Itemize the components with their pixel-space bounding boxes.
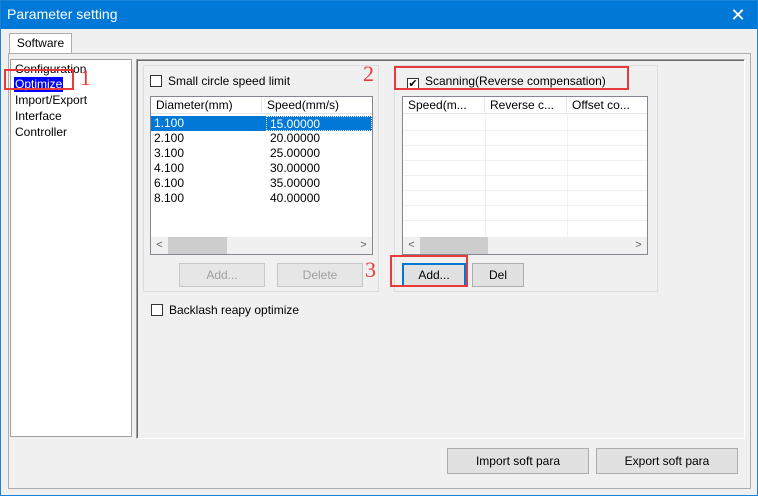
column-header-diameter[interactable]: Diameter(mm) bbox=[151, 97, 262, 114]
column-header-reverse[interactable]: Reverse c... bbox=[485, 97, 567, 114]
table-row[interactable]: 6.100 35.00000 bbox=[151, 176, 372, 191]
cell-diameter: 8.100 bbox=[154, 191, 185, 205]
parameter-setting-window: Parameter setting ✕ Software Configurati… bbox=[0, 0, 758, 496]
grid-line bbox=[403, 190, 647, 191]
annotation-number-3: 3 bbox=[365, 257, 376, 282]
import-soft-para-button[interactable]: Import soft para bbox=[447, 448, 589, 474]
small-circle-group: Small circle speed limit Diameter(mm) Sp… bbox=[143, 65, 379, 292]
settings-tree: Configuration Optimize Import/Export Int… bbox=[10, 59, 132, 437]
window-title: Parameter setting bbox=[7, 6, 118, 22]
grid-line bbox=[403, 205, 647, 206]
cell-diameter: 6.100 bbox=[154, 176, 185, 190]
cell-speed: 15.00000 bbox=[266, 116, 372, 131]
scroll-thumb[interactable] bbox=[168, 237, 227, 254]
grid-line bbox=[403, 175, 647, 176]
small-circle-hscrollbar[interactable]: < > bbox=[151, 237, 372, 254]
annotation-number-2: 2 bbox=[363, 61, 374, 86]
scroll-left-icon[interactable]: < bbox=[151, 237, 168, 254]
scanning-list[interactable]: Speed(m... Reverse c... Offset co... < > bbox=[402, 96, 648, 255]
scanning-list-header: Speed(m... Reverse c... Offset co... bbox=[403, 97, 647, 114]
close-icon[interactable]: ✕ bbox=[725, 3, 751, 27]
cell-speed: 20.00000 bbox=[270, 131, 321, 145]
title-bar: Parameter setting ✕ bbox=[1, 1, 757, 29]
scroll-right-icon[interactable]: > bbox=[630, 237, 647, 254]
export-soft-para-button[interactable]: Export soft para bbox=[596, 448, 738, 474]
grid-line bbox=[403, 160, 647, 161]
cell-speed: 25.00000 bbox=[270, 146, 321, 160]
tab-page-software: Configuration Optimize Import/Export Int… bbox=[8, 53, 751, 489]
cell-speed: 30.00000 bbox=[270, 161, 321, 175]
tab-strip: Software bbox=[9, 33, 747, 54]
table-row[interactable]: 2.100 20.00000 bbox=[151, 131, 372, 146]
small-circle-checkbox[interactable] bbox=[150, 75, 162, 87]
annotation-box-2 bbox=[394, 66, 629, 90]
small-circle-checkbox-row[interactable]: Small circle speed limit bbox=[150, 74, 290, 89]
annotation-box-3 bbox=[390, 255, 468, 287]
scroll-right-icon[interactable]: > bbox=[355, 237, 372, 254]
grid-line bbox=[403, 220, 647, 221]
table-row[interactable]: 1.100 15.00000 bbox=[151, 116, 372, 131]
cell-diameter: 4.100 bbox=[154, 161, 185, 175]
cell-diameter: 1.100 bbox=[154, 116, 185, 130]
backlash-checkbox-row[interactable]: Backlash reapy optimize bbox=[151, 303, 299, 318]
annotation-box-1 bbox=[4, 69, 74, 90]
grid-line bbox=[403, 145, 647, 146]
backlash-checkbox-label: Backlash reapy optimize bbox=[169, 303, 300, 317]
small-circle-list-header: Diameter(mm) Speed(mm/s) bbox=[151, 97, 372, 114]
optimize-panel: Small circle speed limit Diameter(mm) Sp… bbox=[136, 59, 745, 439]
column-header-speed[interactable]: Speed(mm/s) bbox=[262, 97, 372, 114]
scanning-hscrollbar[interactable]: < > bbox=[403, 237, 647, 254]
column-header-offset[interactable]: Offset co... bbox=[567, 97, 647, 114]
table-row[interactable]: 8.100 40.00000 bbox=[151, 191, 372, 206]
backlash-checkbox[interactable] bbox=[151, 304, 163, 316]
tab-software[interactable]: Software bbox=[9, 33, 72, 54]
scroll-thumb[interactable] bbox=[420, 237, 488, 254]
tree-item-import-export[interactable]: Import/Export bbox=[14, 93, 88, 108]
cell-diameter: 3.100 bbox=[154, 146, 185, 160]
annotation-number-1: 1 bbox=[80, 65, 91, 90]
table-row[interactable]: 3.100 25.00000 bbox=[151, 146, 372, 161]
table-row[interactable]: 4.100 30.00000 bbox=[151, 161, 372, 176]
cell-speed: 40.00000 bbox=[270, 191, 321, 205]
small-circle-checkbox-label: Small circle speed limit bbox=[168, 74, 291, 88]
cell-diameter: 2.100 bbox=[154, 131, 185, 145]
small-circle-add-button[interactable]: Add... bbox=[179, 263, 265, 287]
small-circle-delete-button[interactable]: Delete bbox=[277, 263, 363, 287]
column-header-speed[interactable]: Speed(m... bbox=[403, 97, 485, 114]
small-circle-list[interactable]: Diameter(mm) Speed(mm/s) 1.100 15.00000 … bbox=[150, 96, 373, 255]
tree-item-interface[interactable]: Interface bbox=[14, 109, 63, 124]
grid-line bbox=[403, 130, 647, 131]
cell-speed: 35.00000 bbox=[270, 176, 321, 190]
scroll-left-icon[interactable]: < bbox=[403, 237, 420, 254]
scanning-del-button[interactable]: Del bbox=[472, 263, 524, 287]
tree-item-controller[interactable]: Controller bbox=[14, 125, 68, 140]
